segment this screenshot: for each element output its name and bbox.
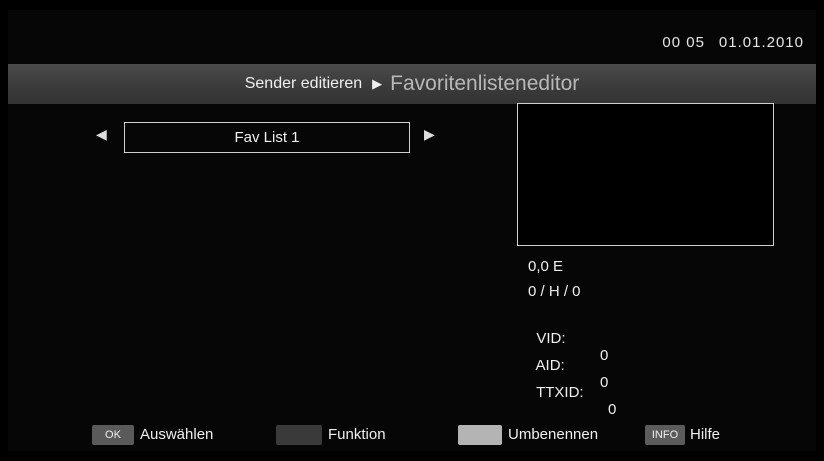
next-list-arrow-icon[interactable]: ▶ xyxy=(424,126,435,143)
ok-key-badge[interactable]: OK xyxy=(92,425,134,445)
video-preview xyxy=(517,103,774,246)
info-key-badge[interactable]: INFO xyxy=(645,425,685,445)
title-bar: Sender editieren ▶ Favoritenlisteneditor xyxy=(8,64,816,104)
red-key-badge[interactable] xyxy=(276,425,322,445)
clock: 00 05 01.01.2010 xyxy=(662,34,804,51)
info-key-label: Hilfe xyxy=(690,426,721,443)
breadcrumb-arrow-icon: ▶ xyxy=(372,76,383,91)
vid-value: 0 xyxy=(600,347,609,364)
clock-date: 01.01.2010 xyxy=(718,34,804,51)
clock-time: 00 05 xyxy=(662,34,705,51)
ok-key-label: Auswählen xyxy=(140,426,214,443)
ttxid-label: TTXID: xyxy=(536,384,584,401)
aid-value: 0 xyxy=(600,374,609,391)
yellow-key-badge[interactable] xyxy=(458,425,502,445)
page-title: Favoritenlisteneditor xyxy=(390,72,580,95)
breadcrumb-parent[interactable]: Sender editieren xyxy=(245,75,362,93)
fav-list-selector[interactable]: Fav List 1 xyxy=(124,122,410,153)
fav-list-name: Fav List 1 xyxy=(234,129,300,146)
yellow-key-label: Umbenennen xyxy=(508,426,599,443)
ttxid-row: TTXID: 0 xyxy=(528,367,616,418)
ttxid-value: 0 xyxy=(608,401,617,418)
previous-list-arrow-icon[interactable]: ◀ xyxy=(96,126,107,143)
satellite-position: 0,0 E xyxy=(528,258,564,275)
red-key-label: Funktion xyxy=(328,426,386,443)
transponder-info: 0 / H / 0 xyxy=(528,283,581,300)
